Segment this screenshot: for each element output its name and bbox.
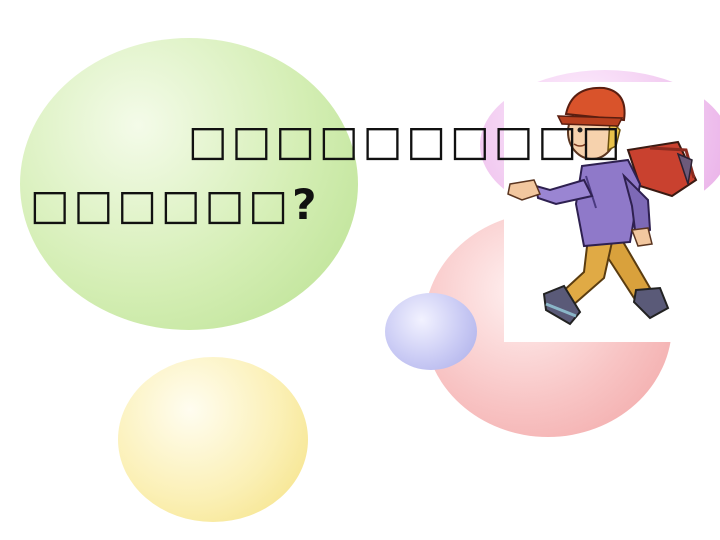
question-line-1: □□□□□□□□□□ [188,116,625,165]
question-line-2: □□□□□□? [30,180,321,229]
blue-bubble [385,293,477,370]
yellow-bubble [118,357,308,522]
